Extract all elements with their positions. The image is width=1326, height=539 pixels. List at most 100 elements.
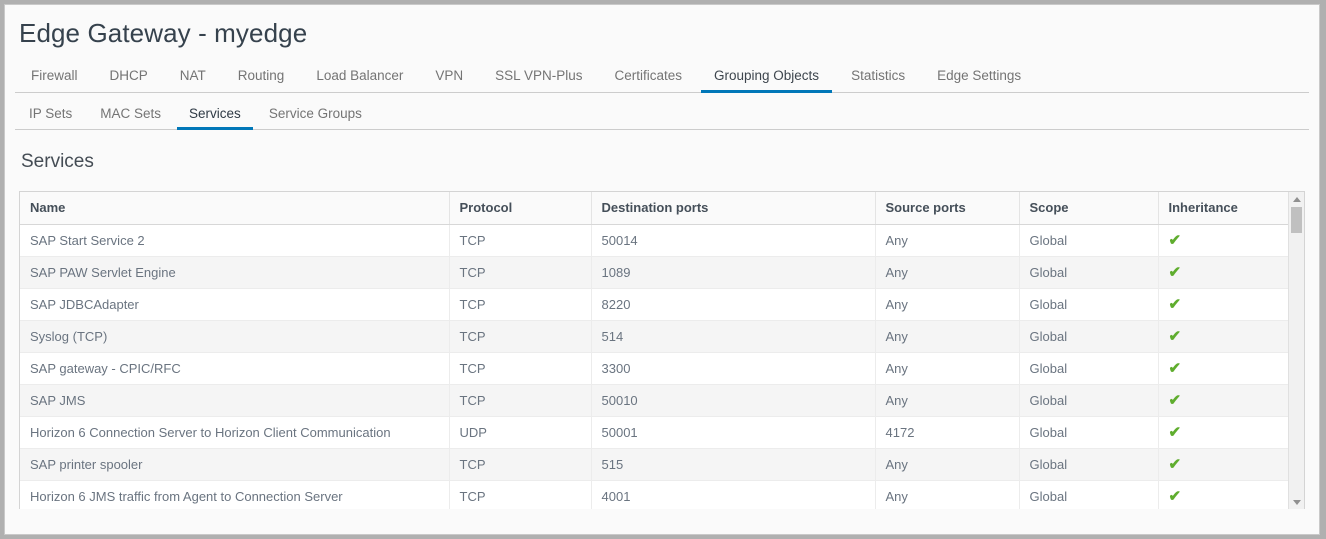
cell-protocol: TCP (449, 288, 592, 322)
edge-gateway-window: Edge Gateway - myedge Firewall DHCP NAT Rou… (4, 4, 1320, 535)
table-row[interactable]: Horizon 6 Connection Server to Horizon C… (20, 416, 1288, 450)
cell-destination-ports: 4001 (591, 480, 876, 510)
check-icon: ✔ (1168, 424, 1182, 442)
column-header-name[interactable]: Name (20, 192, 450, 226)
cell-inheritance: ✔ (1158, 448, 1288, 482)
cell-inheritance: ✔ (1158, 416, 1288, 450)
scroll-down-arrow-icon[interactable] (1289, 495, 1304, 509)
cell-scope: Global (1019, 320, 1159, 354)
column-header-source-ports[interactable]: Source ports (875, 192, 1020, 226)
column-header-destination-ports[interactable]: Destination ports (591, 192, 876, 226)
cell-name: Horizon 6 JMS traffic from Agent to Conn… (20, 480, 450, 510)
subtab-mac-sets[interactable]: MAC Sets (86, 102, 175, 130)
table-row[interactable]: SAP printer spooler TCP 515 Any Global ✔ (20, 448, 1288, 482)
cell-source-ports: Any (875, 448, 1020, 482)
cell-scope: Global (1019, 416, 1159, 450)
cell-source-ports: Any (875, 320, 1020, 354)
check-icon: ✔ (1168, 328, 1182, 346)
check-icon: ✔ (1168, 296, 1182, 314)
services-table-body: SAP Start Service 2 TCP 50014 Any Global ✔ SAP… (20, 224, 1288, 510)
cell-scope: Global (1019, 224, 1159, 258)
tab-grouping-objects[interactable]: Grouping Objects (698, 63, 835, 94)
primary-tab-bar: Firewall DHCP NAT Routing Load Balancer VPN SS… (5, 63, 1319, 94)
table-row[interactable]: SAP JDBCAdapter TCP 8220 Any Global ✔ (20, 288, 1288, 322)
page-title: Edge Gateway - myedge (19, 18, 308, 48)
cell-protocol: TCP (449, 352, 592, 386)
table-row[interactable]: SAP JMS TCP 50010 Any Global ✔ (20, 384, 1288, 418)
cell-name: SAP printer spooler (20, 448, 450, 482)
services-table-container: Name Protocol Destination ports Source port… (19, 191, 1305, 510)
cell-destination-ports: 3300 (591, 352, 876, 386)
table-row[interactable]: SAP Start Service 2 TCP 50014 Any Global ✔ (20, 224, 1288, 258)
cell-protocol: TCP (449, 448, 592, 482)
table-row[interactable]: Syslog (TCP) TCP 514 Any Global ✔ (20, 320, 1288, 354)
cell-scope: Global (1019, 256, 1159, 290)
cell-source-ports: 4172 (875, 416, 1020, 450)
cell-protocol: TCP (449, 384, 592, 418)
tab-vpn[interactable]: VPN (419, 63, 479, 93)
cell-scope: Global (1019, 448, 1159, 482)
cell-destination-ports: 50001 (591, 416, 876, 450)
check-icon: ✔ (1168, 360, 1182, 378)
cell-destination-ports: 1089 (591, 256, 876, 290)
cell-source-ports: Any (875, 352, 1020, 386)
check-icon: ✔ (1168, 456, 1182, 474)
table-row[interactable]: Horizon 6 JMS traffic from Agent to Conn… (20, 480, 1288, 510)
tab-ssl-vpn-plus[interactable]: SSL VPN-Plus (479, 63, 598, 93)
cell-inheritance: ✔ (1158, 288, 1288, 322)
subtab-service-groups[interactable]: Service Groups (255, 102, 376, 130)
column-header-scope[interactable]: Scope (1019, 192, 1159, 226)
cell-source-ports: Any (875, 224, 1020, 258)
table-row[interactable]: SAP PAW Servlet Engine TCP 1089 Any Global ✔ (20, 256, 1288, 290)
tab-firewall[interactable]: Firewall (15, 63, 94, 93)
column-header-protocol[interactable]: Protocol (449, 192, 592, 226)
vertical-scrollbar[interactable] (1288, 192, 1304, 510)
column-header-inheritance[interactable]: Inheritance (1158, 192, 1288, 226)
cell-source-ports: Any (875, 384, 1020, 418)
cell-protocol: UDP (449, 416, 592, 450)
cell-destination-ports: 515 (591, 448, 876, 482)
cell-protocol: TCP (449, 320, 592, 354)
cell-name: Horizon 6 Connection Server to Horizon C… (20, 416, 450, 450)
tab-load-balancer[interactable]: Load Balancer (300, 63, 419, 93)
cell-name: SAP gateway - CPIC/RFC (20, 352, 450, 386)
scrollbar-thumb[interactable] (1291, 207, 1302, 234)
cell-inheritance: ✔ (1158, 256, 1288, 290)
cell-name: SAP PAW Servlet Engine (20, 256, 450, 290)
scroll-up-arrow-icon[interactable] (1289, 192, 1304, 206)
tab-nat[interactable]: NAT (164, 63, 222, 93)
sub-tab-bar: IP Sets MAC Sets Services Service Groups (5, 102, 1319, 131)
table-row[interactable]: SAP gateway - CPIC/RFC TCP 3300 Any Global ✔ (20, 352, 1288, 386)
cell-name: SAP JMS (20, 384, 450, 418)
cell-name: Syslog (TCP) (20, 320, 450, 354)
check-icon: ✔ (1168, 488, 1182, 506)
cell-scope: Global (1019, 288, 1159, 322)
cell-name: SAP JDBCAdapter (20, 288, 450, 322)
cell-source-ports: Any (875, 480, 1020, 510)
cell-scope: Global (1019, 352, 1159, 386)
cell-inheritance: ✔ (1158, 320, 1288, 354)
cell-destination-ports: 50010 (591, 384, 876, 418)
cell-inheritance: ✔ (1158, 384, 1288, 418)
cell-protocol: TCP (449, 224, 592, 258)
cell-scope: Global (1019, 480, 1159, 510)
tab-dhcp[interactable]: DHCP (94, 63, 164, 93)
cell-inheritance: ✔ (1158, 480, 1288, 510)
services-table-scroll-area: Name Protocol Destination ports Source port… (20, 192, 1288, 510)
tab-statistics[interactable]: Statistics (835, 63, 921, 93)
tab-certificates[interactable]: Certificates (598, 63, 698, 93)
cell-destination-ports: 8220 (591, 288, 876, 322)
tab-edge-settings[interactable]: Edge Settings (921, 63, 1037, 93)
cell-protocol: TCP (449, 480, 592, 510)
check-icon: ✔ (1168, 392, 1182, 410)
tab-routing[interactable]: Routing (222, 63, 301, 93)
cell-source-ports: Any (875, 288, 1020, 322)
services-table-head: Name Protocol Destination ports Source port… (20, 192, 1288, 226)
subtab-ip-sets[interactable]: IP Sets (15, 102, 86, 130)
subtab-services[interactable]: Services (175, 102, 255, 131)
cell-protocol: TCP (449, 256, 592, 290)
check-icon: ✔ (1168, 232, 1182, 250)
check-icon: ✔ (1168, 264, 1182, 282)
table-header-row: Name Protocol Destination ports Source port… (20, 192, 1288, 226)
services-table: Name Protocol Destination ports Source port… (20, 192, 1288, 510)
